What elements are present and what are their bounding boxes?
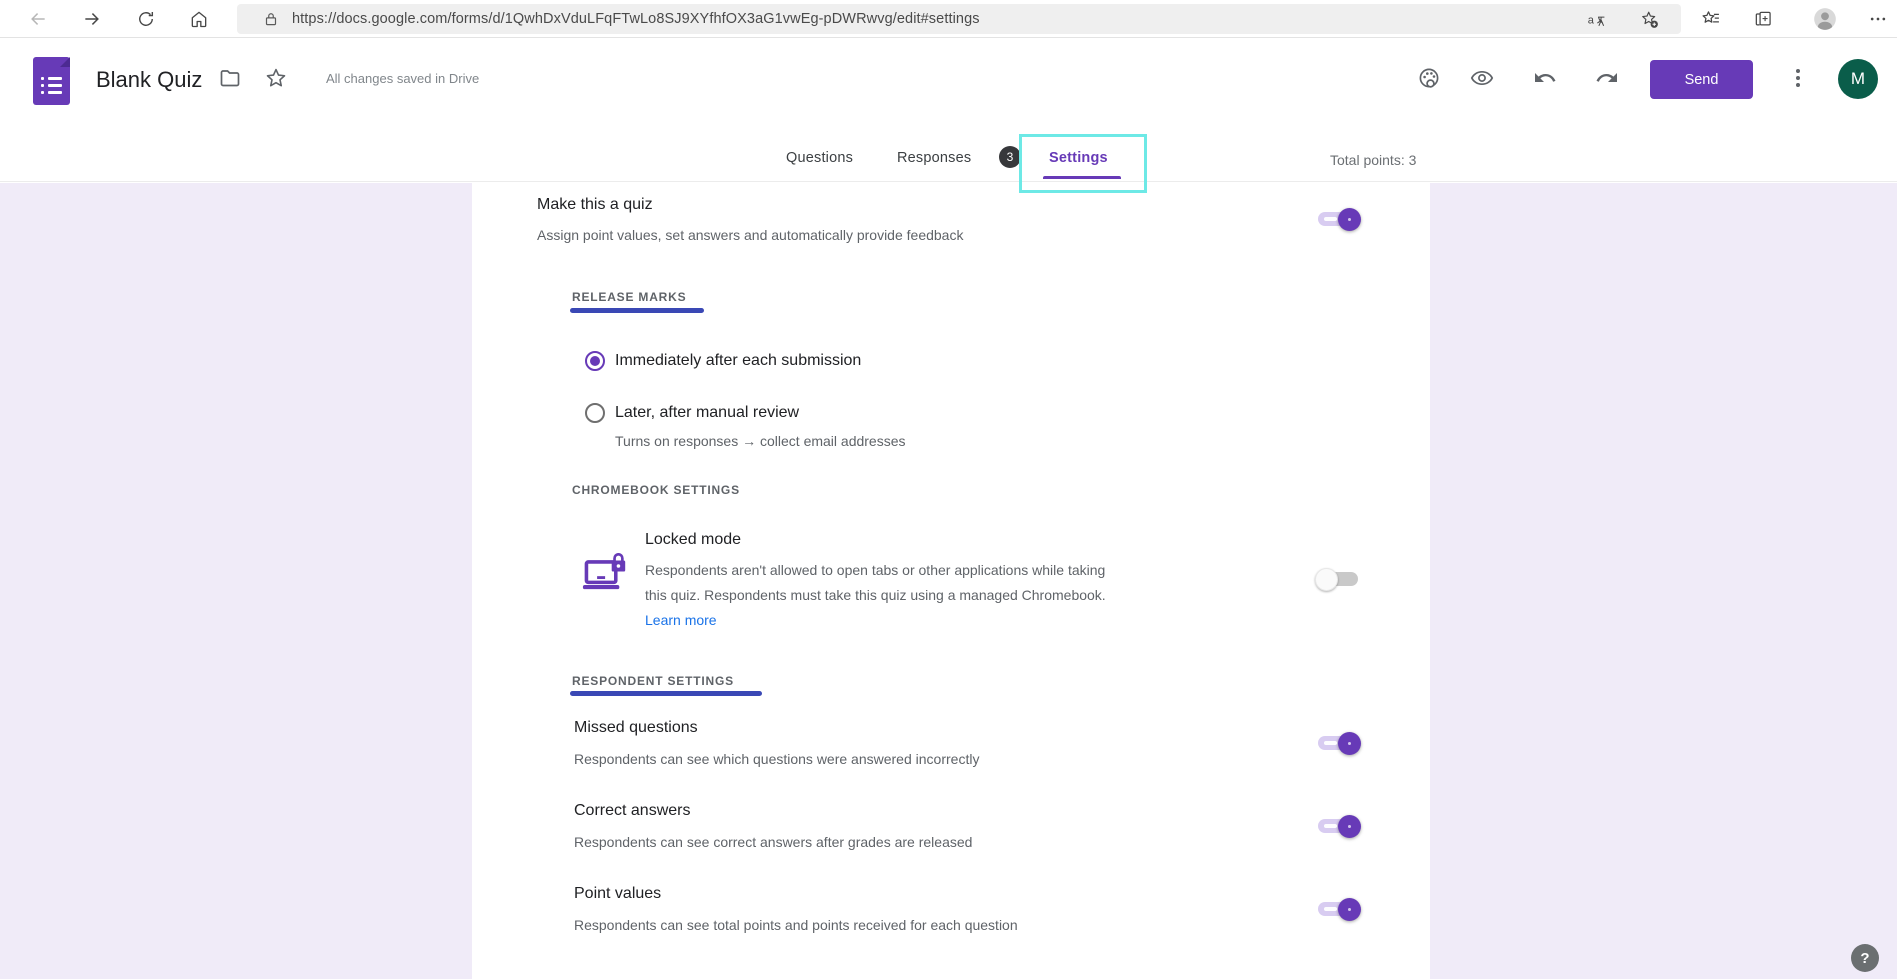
forms-logo-icon[interactable] (33, 57, 70, 105)
redo-icon[interactable] (1595, 66, 1619, 90)
radio-later[interactable] (585, 403, 605, 423)
tab-settings[interactable]: Settings (1049, 150, 1108, 166)
point-values-title: Point values (574, 885, 661, 903)
point-values-description: Respondents can see total points and poi… (574, 917, 1018, 933)
locked-mode-title: Locked mode (645, 531, 741, 549)
browser-toolbar: https://docs.google.com/forms/d/1QwhDxVd… (0, 0, 1897, 38)
home-icon[interactable] (189, 9, 209, 29)
url-text[interactable]: https://docs.google.com/forms/d/1QwhDxVd… (292, 11, 980, 27)
toggle-knob (1315, 568, 1338, 591)
forward-icon[interactable] (82, 9, 102, 29)
add-favorite-icon[interactable] (1640, 10, 1659, 29)
total-points-text: Total points: 3 (1330, 152, 1416, 168)
radio-immediately[interactable] (585, 351, 605, 371)
toggle-knob (1338, 898, 1361, 921)
point-values-toggle[interactable] (1318, 902, 1358, 916)
address-bar[interactable]: https://docs.google.com/forms/d/1QwhDxVd… (237, 4, 1681, 34)
logo-line (41, 77, 44, 80)
toggle-knob (1338, 732, 1361, 755)
logo-fold (60, 57, 70, 67)
missed-questions-description: Respondents can see which questions were… (574, 751, 979, 767)
toggle-knob (1338, 208, 1361, 231)
preview-eye-icon[interactable] (1470, 66, 1494, 90)
translate-icon[interactable]: a (1587, 10, 1606, 29)
learn-more-link[interactable]: Learn more (645, 612, 717, 628)
palette-icon[interactable] (1417, 66, 1441, 90)
active-tab-indicator (1043, 176, 1121, 179)
more-vertical-icon[interactable] (1789, 66, 1807, 90)
settings-page: Make this a quiz Assign point values, se… (0, 183, 1897, 979)
star-icon[interactable] (264, 66, 288, 90)
chromebook-settings-heading: CHROMEBOOK SETTINGS (572, 483, 740, 497)
back-icon[interactable] (28, 9, 48, 29)
lock-icon[interactable] (262, 10, 280, 28)
logo-line (41, 84, 44, 87)
tab-responses[interactable]: Responses (897, 150, 971, 166)
send-button[interactable]: Send (1650, 60, 1753, 99)
release-marks-underline (570, 308, 704, 313)
radio-later-sublabel: Turns on responses → collect email addre… (615, 433, 906, 449)
logo-line (41, 91, 44, 94)
favorites-icon[interactable] (1701, 9, 1721, 29)
responses-count-badge[interactable]: 3 (999, 146, 1021, 168)
make-quiz-toggle[interactable] (1318, 212, 1358, 226)
locked-mode-description-text: Respondents aren't allowed to open tabs … (645, 562, 1106, 603)
laptop-lock-icon (582, 553, 630, 594)
svg-text:a: a (1588, 14, 1595, 26)
locked-mode-description: Respondents aren't allowed to open tabs … (645, 558, 1107, 633)
respondent-settings-underline (570, 691, 762, 696)
respondent-settings-heading: RESPONDENT SETTINGS (572, 674, 734, 688)
missed-questions-toggle[interactable] (1318, 736, 1358, 750)
help-button[interactable]: ? (1851, 944, 1879, 972)
profile-icon[interactable] (1812, 6, 1838, 32)
radio-immediately-label[interactable]: Immediately after each submission (615, 352, 861, 370)
document-title[interactable]: Blank Quiz (96, 67, 202, 93)
collections-icon[interactable] (1753, 9, 1773, 29)
correct-answers-toggle[interactable] (1318, 819, 1358, 833)
correct-answers-title: Correct answers (574, 802, 690, 820)
missed-questions-title: Missed questions (574, 719, 698, 737)
undo-icon[interactable] (1533, 66, 1557, 90)
more-icon[interactable] (1868, 9, 1888, 29)
folder-icon[interactable] (218, 66, 242, 90)
radio-later-label[interactable]: Later, after manual review (615, 404, 799, 422)
toggle-knob (1338, 815, 1361, 838)
logo-line (48, 84, 62, 87)
release-marks-heading: RELEASE MARKS (572, 290, 686, 304)
logo-line (48, 91, 62, 94)
account-avatar[interactable]: M (1838, 59, 1878, 99)
refresh-icon[interactable] (136, 9, 156, 29)
locked-mode-toggle[interactable] (1318, 572, 1358, 586)
make-quiz-title: Make this a quiz (537, 196, 653, 214)
logo-line (48, 77, 62, 80)
save-status-text: All changes saved in Drive (326, 71, 479, 86)
forms-header: Blank Quiz All changes saved in Drive Se… (0, 38, 1897, 182)
make-quiz-description: Assign point values, set answers and aut… (537, 227, 963, 243)
tab-questions[interactable]: Questions (786, 150, 853, 166)
settings-panel: Make this a quiz Assign point values, se… (472, 183, 1430, 979)
correct-answers-description: Respondents can see correct answers afte… (574, 834, 972, 850)
